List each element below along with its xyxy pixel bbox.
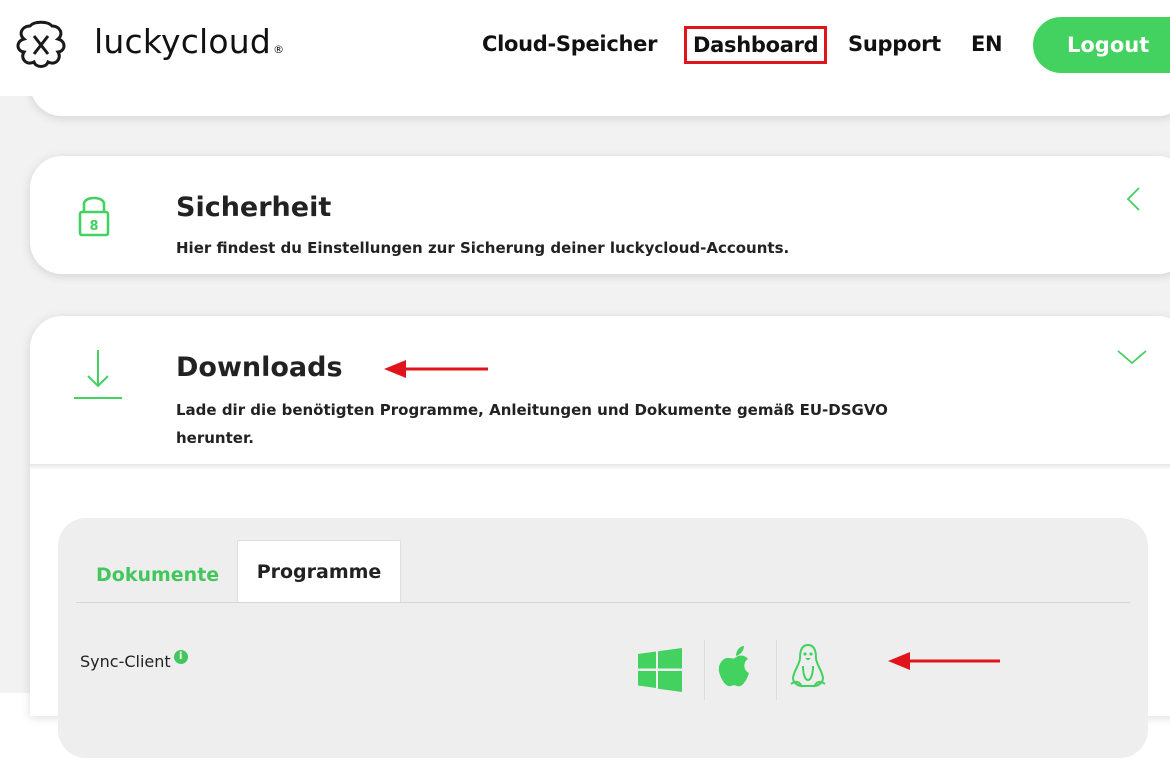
- brand-registered: ®: [273, 43, 285, 56]
- apple-icon[interactable]: [716, 644, 754, 690]
- linux-icon[interactable]: [788, 642, 828, 690]
- chevron-left-icon[interactable]: [1124, 186, 1144, 212]
- chevron-down-icon[interactable]: [1116, 348, 1148, 366]
- download-icon[interactable]: [70, 346, 126, 402]
- luckycloud-logo-icon[interactable]: [12, 20, 70, 70]
- logout-label: Logout: [1067, 33, 1150, 57]
- downloads-description: Lade dir die benötigten Programme, Anlei…: [176, 396, 996, 452]
- top-header: luckycloud ® Cloud-Speicher Dashboard Sup…: [0, 0, 1170, 96]
- os-separator: [704, 640, 705, 700]
- annotation-arrow-linux: [888, 652, 1000, 670]
- security-title: Sicherheit: [176, 192, 332, 223]
- logout-button[interactable]: Logout: [1033, 17, 1170, 73]
- tab-programs-label: Programme: [256, 561, 382, 583]
- sync-client-row: Sync-Client i: [80, 650, 188, 671]
- tab-divider: [76, 602, 1130, 603]
- downloads-title: Downloads: [176, 352, 343, 383]
- tab-documents[interactable]: Dokumente: [96, 564, 219, 586]
- os-separator: [776, 640, 777, 700]
- nav-dashboard[interactable]: Dashboard: [684, 26, 828, 64]
- nav-cloud-storage[interactable]: Cloud-Speicher: [482, 32, 657, 56]
- language-switch[interactable]: EN: [971, 32, 1003, 56]
- section-divider: [30, 464, 1170, 470]
- downloads-panel: Dokumente Programme Sync-Client i: [58, 518, 1148, 758]
- downloads-description-line1: Lade dir die benötigten Programme, Anlei…: [176, 401, 888, 419]
- sync-client-label: Sync-Client: [80, 652, 171, 671]
- info-icon[interactable]: i: [173, 650, 188, 664]
- windows-icon[interactable]: [638, 648, 682, 692]
- tab-programs[interactable]: Programme: [237, 540, 401, 603]
- annotation-arrow-downloads: [384, 360, 488, 378]
- security-section-card[interactable]: 8 Sicherheit Hier findest du Einstellung…: [30, 156, 1170, 274]
- security-description: Hier findest du Einstellungen zur Sicher…: [176, 239, 790, 257]
- lock-icon: 8: [78, 196, 110, 237]
- brand-text: luckycloud: [94, 22, 272, 61]
- brand-name[interactable]: luckycloud ®: [94, 22, 284, 61]
- nav-support[interactable]: Support: [848, 32, 941, 56]
- svg-text:8: 8: [89, 219, 98, 234]
- downloads-description-line2: herunter.: [176, 429, 254, 447]
